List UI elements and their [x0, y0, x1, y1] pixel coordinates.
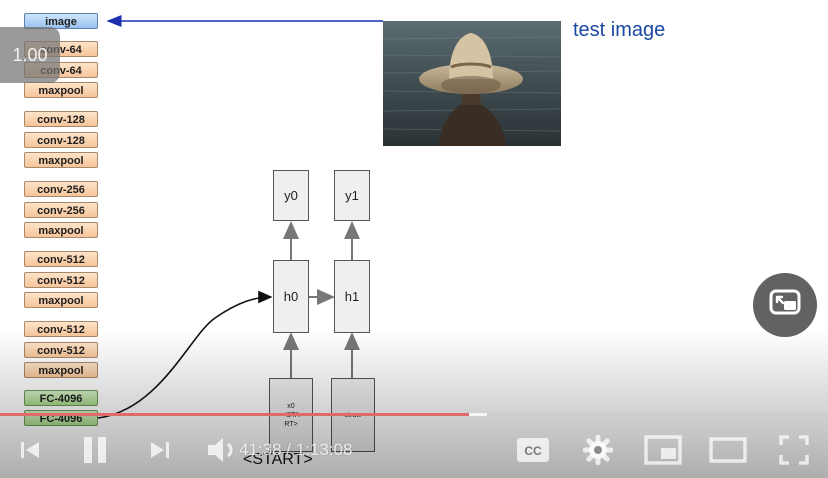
hidden-node-h0: h0 [273, 260, 309, 333]
playback-speed-badge: 1.00 [0, 27, 60, 83]
fc-to-h0-curve [97, 290, 273, 419]
theater-icon [709, 437, 747, 463]
pause-button[interactable] [75, 432, 115, 468]
fullscreen-icon [779, 435, 809, 465]
volume-button[interactable] [202, 432, 242, 468]
progress-buffered [469, 413, 487, 416]
progress-played [0, 413, 469, 416]
pip-icon [768, 286, 802, 325]
miniplayer-button[interactable] [641, 432, 685, 468]
next-icon [148, 438, 172, 462]
miniplayer-icon [644, 435, 682, 465]
pause-icon [80, 435, 110, 465]
volume-icon [205, 435, 239, 465]
pip-button[interactable] [753, 273, 817, 337]
settings-icon [583, 435, 613, 465]
test-image-photo [383, 21, 561, 146]
captions-label: CC [524, 444, 542, 458]
test-image-label: test image [573, 19, 666, 41]
previous-icon [18, 438, 42, 462]
video-frame[interactable]: image conv-64 conv-64 maxpool conv-128 conv-1… [0, 0, 828, 478]
theater-mode-button[interactable] [706, 432, 750, 468]
settings-button[interactable] [580, 432, 616, 468]
captions-button[interactable]: CC [515, 432, 551, 468]
hidden-node-h1: h1 [334, 260, 370, 333]
fullscreen-button[interactable] [774, 432, 814, 468]
next-button[interactable] [144, 432, 176, 468]
previous-button[interactable] [14, 432, 46, 468]
output-node-y0: y0 [273, 170, 309, 221]
output-node-y1: y1 [334, 170, 370, 221]
time-display: 41:38 / 1:13:08 [239, 440, 353, 459]
captions-icon: CC [516, 437, 550, 463]
